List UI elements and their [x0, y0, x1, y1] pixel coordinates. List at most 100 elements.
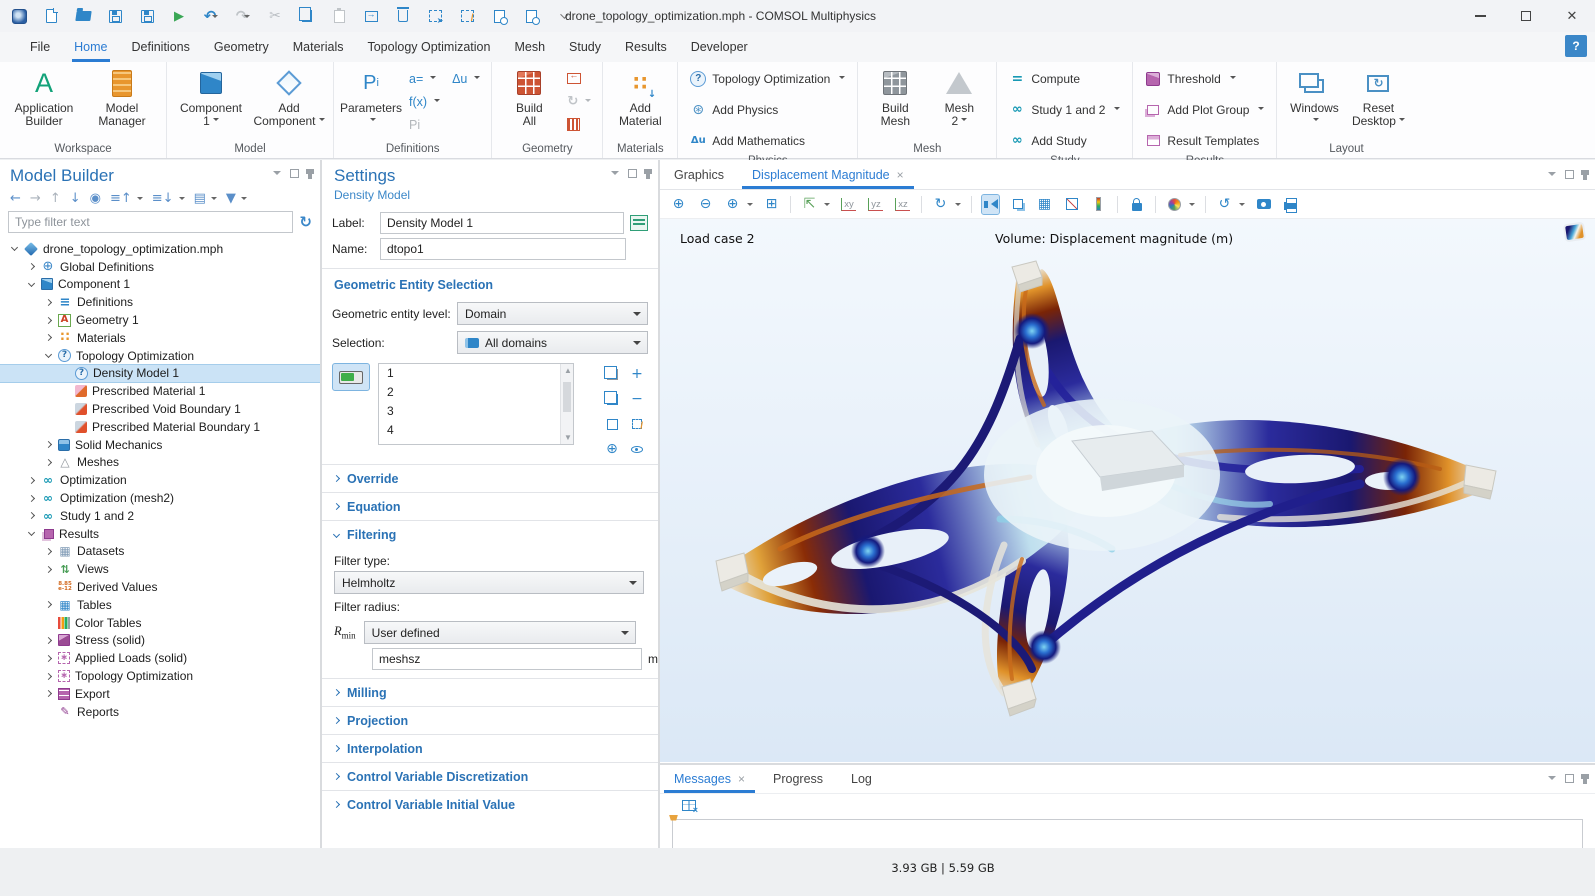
add-physics-button[interactable]: ⊛ Add Physics: [686, 97, 849, 122]
menu-tab-study[interactable]: Study: [557, 32, 613, 62]
panel-pin-icon[interactable]: [1583, 170, 1587, 180]
nonlocal-couplings-button[interactable]: Δu: [449, 68, 483, 89]
parameter-case-button[interactable]: Pi: [406, 114, 443, 135]
filter-radius-input[interactable]: [372, 648, 642, 670]
view-xz-icon[interactable]: xz: [894, 195, 911, 214]
scene-light-icon[interactable]: [982, 195, 999, 214]
tree-expander-icon[interactable]: [42, 656, 55, 661]
menu-tab-geometry[interactable]: Geometry: [202, 32, 281, 62]
table-message-icon[interactable]: [682, 800, 696, 811]
tree-expander-icon[interactable]: [42, 318, 55, 323]
color-legend-chip-icon[interactable]: [1565, 224, 1584, 240]
image-snapshot-icon[interactable]: [1255, 195, 1272, 214]
selection-list-item[interactable]: 2: [379, 383, 573, 402]
model-tree-node-text-icon[interactable]: ▤: [194, 191, 206, 206]
parameters-button[interactable]: Pi Parameters: [342, 66, 400, 128]
tree-item-geometry-1[interactable]: AGeometry 1: [0, 311, 320, 329]
tree-item-results[interactable]: Results: [0, 525, 320, 543]
cut-button[interactable]: ✂: [266, 7, 284, 25]
section-filtering[interactable]: Filtering: [322, 520, 658, 548]
section-interpolation[interactable]: Interpolation: [322, 734, 658, 762]
filter-icon[interactable]: ▼: [226, 191, 236, 206]
threshold-button[interactable]: Threshold: [1141, 66, 1268, 91]
active-selection-toggle[interactable]: [332, 363, 370, 391]
tree-expander-icon[interactable]: [42, 567, 55, 572]
tree-item-topology-optimization[interactable]: ∗Topology Optimization: [0, 667, 320, 685]
section-control-variable-initial-value[interactable]: Control Variable Initial Value: [322, 790, 658, 818]
add-study-button[interactable]: ∞ Add Study: [1005, 128, 1124, 153]
tree-item-definitions[interactable]: ≡Definitions: [0, 293, 320, 311]
show-axis-orientation-icon[interactable]: [1063, 195, 1080, 214]
tree-item-derived-values[interactable]: 8.85 e-12Derived Values: [0, 578, 320, 596]
panel-menu-icon[interactable]: [273, 171, 281, 179]
transparency-icon[interactable]: [1009, 195, 1026, 214]
add-mathematics-button[interactable]: Δu Add Mathematics: [686, 128, 849, 153]
tab-graphics[interactable]: Graphics: [660, 160, 738, 189]
refresh-icon[interactable]: ↻: [299, 213, 312, 231]
tree-item-optimization[interactable]: ∞Optimization: [0, 471, 320, 489]
partition-button[interactable]: [564, 114, 594, 135]
add-plot-group-button[interactable]: Add Plot Group: [1141, 97, 1268, 122]
duplicate-button[interactable]: [362, 7, 380, 25]
clear-selection-button[interactable]: [626, 413, 648, 435]
color-theme-icon[interactable]: [1166, 195, 1183, 214]
geometric-entity-level-select[interactable]: Domain: [457, 302, 648, 325]
panel-float-icon[interactable]: [1565, 170, 1574, 179]
delete-button[interactable]: [394, 7, 412, 25]
show-selection-button[interactable]: [626, 438, 648, 460]
zoom-out-icon[interactable]: ⊖: [697, 195, 714, 214]
show-grid-icon[interactable]: ▦: [1036, 195, 1053, 214]
redo-button[interactable]: ↷: [234, 7, 252, 25]
selection-list-item[interactable]: 4: [379, 421, 573, 440]
panel-pin-icon[interactable]: [646, 169, 650, 179]
selection-select[interactable]: All domains: [457, 331, 648, 354]
close-tab-icon[interactable]: ×: [738, 772, 745, 786]
tree-expander-icon[interactable]: [42, 442, 55, 447]
tree-item-prescribed-void-boundary-1[interactable]: Prescribed Void Boundary 1: [0, 400, 320, 418]
tree-item-optimization-mesh2[interactable]: ∞Optimization (mesh2): [0, 489, 320, 507]
application-builder-button[interactable]: A Application Builder: [8, 66, 80, 128]
panel-menu-icon[interactable]: [1548, 172, 1556, 180]
tree-item-global-definitions[interactable]: ⊕Global Definitions: [0, 258, 320, 276]
label-input[interactable]: [380, 212, 624, 234]
tree-expander-icon[interactable]: [25, 496, 38, 501]
minimize-button[interactable]: [1457, 0, 1503, 32]
zoom-to-selection-button[interactable]: ⊕: [601, 438, 623, 460]
tree-item-component-1[interactable]: Component 1: [0, 276, 320, 294]
tree-item-views[interactable]: ⇅Views: [0, 560, 320, 578]
tree-expander-icon[interactable]: [42, 674, 55, 679]
tree-item-prescribed-material-1[interactable]: Prescribed Material 1: [0, 382, 320, 400]
selection-list-item[interactable]: 1: [379, 364, 573, 383]
tab-progress[interactable]: Progress: [759, 765, 837, 793]
graphics-canvas[interactable]: Load case 2 Volume: Displacement magnitu…: [660, 219, 1595, 762]
mesh-2-button[interactable]: Mesh 2: [930, 66, 988, 128]
close-tab-icon[interactable]: ×: [897, 168, 904, 182]
find-replace-button[interactable]: [522, 7, 540, 25]
go-to-default-view-icon[interactable]: ⇱: [801, 195, 818, 214]
add-component-button[interactable]: Add Component: [253, 66, 325, 128]
section-projection[interactable]: Projection: [322, 706, 658, 734]
tree-item-stress-solid[interactable]: Stress (solid): [0, 632, 320, 650]
tree-expander-icon[interactable]: [42, 354, 55, 357]
section-control-variable-discretization[interactable]: Control Variable Discretization: [322, 762, 658, 790]
menu-tab-file[interactable]: File: [18, 32, 62, 62]
tree-item-applied-loads-solid[interactable]: ∗Applied Loads (solid): [0, 649, 320, 667]
menu-tab-mesh[interactable]: Mesh: [502, 32, 557, 62]
add-to-selection-button[interactable]: +: [626, 363, 648, 385]
remove-from-selection-button[interactable]: −: [626, 388, 648, 410]
nav-back-icon[interactable]: ←: [10, 191, 21, 206]
collapse-all-icon[interactable]: ≡↑: [110, 191, 132, 206]
section-override[interactable]: Override: [322, 464, 658, 492]
copy-selection-button[interactable]: [601, 388, 623, 410]
tree-item-solid-mechanics[interactable]: Solid Mechanics: [0, 436, 320, 454]
run-button[interactable]: ▶: [170, 7, 188, 25]
selection-list-scrollbar[interactable]: ▲▼: [560, 364, 573, 444]
study-1-and-2-button[interactable]: ∞ Study 1 and 2: [1005, 97, 1124, 122]
show-color-legend-icon[interactable]: [1090, 195, 1107, 214]
windows-button[interactable]: Windows: [1285, 66, 1343, 128]
environment-reflections-icon[interactable]: ↺: [1216, 195, 1233, 214]
tree-expander-icon[interactable]: [42, 602, 55, 607]
tree-expander-icon[interactable]: [25, 513, 38, 518]
panel-pin-icon[interactable]: [308, 169, 312, 179]
expand-all-icon[interactable]: ≡↓: [152, 191, 174, 206]
